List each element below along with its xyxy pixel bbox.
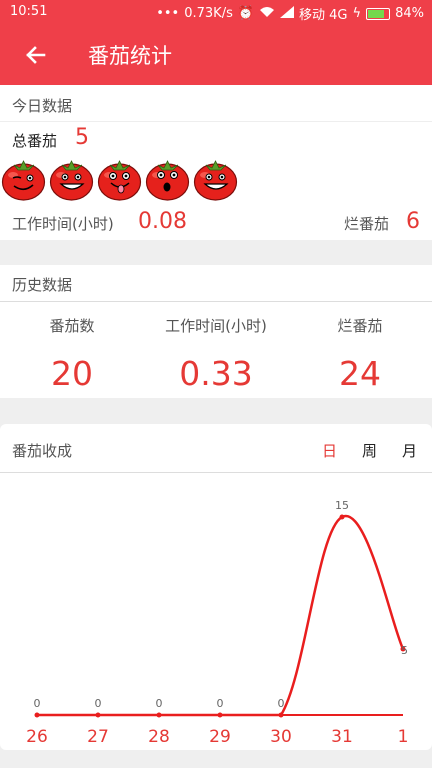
chart-data-label: 0 bbox=[95, 697, 102, 710]
chart-x-tick-label: 27 bbox=[87, 727, 109, 747]
wifi-icon bbox=[259, 6, 275, 22]
status-time: 10:51 bbox=[10, 4, 48, 19]
history-tomato-count: 番茄数 20 bbox=[0, 315, 144, 393]
today-divider bbox=[0, 121, 432, 122]
chart-point bbox=[339, 514, 345, 520]
today-card: 今日数据 总番茄 5 工作时间(小时) 0.08 烂番茄 6 bbox=[0, 85, 432, 240]
arrow-left-icon bbox=[26, 46, 46, 64]
today-section-title: 今日数据 bbox=[12, 97, 73, 115]
carrier-label: 移动 4G bbox=[299, 8, 348, 23]
chart-data-label: 15 bbox=[335, 499, 349, 512]
history-tomato-count-label: 番茄数 bbox=[49, 317, 95, 335]
rotten-tomato-label: 烂番茄 bbox=[344, 215, 390, 233]
history-work-time: 工作时间(小时) 0.33 bbox=[144, 315, 288, 393]
chart-data-label: 5 bbox=[401, 644, 408, 657]
chart-x-tick-label: 31 bbox=[331, 727, 353, 747]
history-rotten-value: 24 bbox=[339, 354, 381, 393]
chart-x-tick-label: 29 bbox=[209, 727, 231, 747]
history-section-title: 历史数据 bbox=[12, 276, 73, 294]
history-divider bbox=[0, 301, 432, 302]
rotten-tomato-value: 6 bbox=[406, 209, 420, 234]
back-button[interactable] bbox=[20, 39, 52, 71]
chart-point bbox=[156, 712, 162, 718]
tomato-grin-icon bbox=[48, 155, 95, 205]
net-speed: 0.73K/s bbox=[184, 6, 233, 21]
chart-x-tick-label: 30 bbox=[270, 727, 292, 747]
harvest-card: 番茄收成 日 周 月 0 26 0 27 0 28 0 29 0 30 15 31 5 1 bbox=[0, 424, 432, 750]
page-title: 番茄统计 bbox=[88, 44, 172, 68]
dots-icon: ••• bbox=[156, 6, 180, 21]
total-tomato-label: 总番茄 bbox=[12, 132, 58, 150]
chart-point bbox=[278, 712, 284, 718]
chart-data-label: 0 bbox=[156, 697, 163, 710]
battery-level-fill bbox=[368, 9, 385, 18]
tomato-tongue-icon bbox=[96, 155, 143, 205]
signal-icon bbox=[280, 5, 295, 22]
tab-month[interactable]: 月 bbox=[402, 440, 417, 461]
tomato-wink-icon bbox=[0, 155, 47, 205]
history-tomato-count-value: 20 bbox=[51, 354, 93, 393]
work-time-value: 0.08 bbox=[138, 209, 187, 234]
work-time-label: 工作时间(小时) bbox=[12, 215, 114, 233]
battery-icon bbox=[366, 7, 391, 20]
history-rotten: 烂番茄 24 bbox=[288, 315, 432, 393]
history-rotten-label: 烂番茄 bbox=[337, 317, 383, 335]
total-tomato-value: 5 bbox=[75, 125, 89, 150]
harvest-line-chart: 0 26 0 27 0 28 0 29 0 30 15 31 5 1 bbox=[26, 499, 409, 747]
history-work-time-value: 0.33 bbox=[179, 354, 253, 393]
charging-icon: ϟ bbox=[352, 6, 362, 21]
tab-day[interactable]: 日 bbox=[322, 440, 337, 461]
status-right-group: ••• 0.73K/s ⏰ 移动 4G ϟ 84% bbox=[156, 4, 424, 23]
chart-data-label: 0 bbox=[217, 697, 224, 710]
history-work-time-label: 工作时间(小时) bbox=[165, 317, 267, 335]
chart-point bbox=[217, 712, 223, 718]
alarm-icon: ⏰ bbox=[237, 6, 255, 21]
chart-series-line bbox=[37, 514, 405, 717]
chart-x-tick-label: 1 bbox=[398, 727, 409, 747]
tab-week[interactable]: 周 bbox=[362, 440, 377, 461]
chart-x-tick-label: 28 bbox=[148, 727, 170, 747]
battery-percent: 84% bbox=[395, 6, 424, 21]
tomato-grin-icon bbox=[192, 155, 239, 205]
chart-point bbox=[95, 712, 101, 718]
app-bar: 番茄统计 bbox=[0, 25, 432, 85]
chart-data-label: 0 bbox=[34, 697, 41, 710]
status-bar: 10:51 ••• 0.73K/s ⏰ 移动 4G ϟ 84% bbox=[0, 0, 432, 25]
tomato-surprised-icon bbox=[144, 155, 191, 205]
harvest-section-title: 番茄收成 bbox=[12, 442, 73, 460]
tomato-icons-row bbox=[0, 155, 239, 205]
chart-data-label: 0 bbox=[278, 697, 285, 710]
history-card: 历史数据 番茄数 20 工作时间(小时) 0.33 烂番茄 24 bbox=[0, 265, 432, 398]
chart-x-tick-label: 26 bbox=[26, 727, 48, 747]
chart-point bbox=[34, 712, 40, 718]
